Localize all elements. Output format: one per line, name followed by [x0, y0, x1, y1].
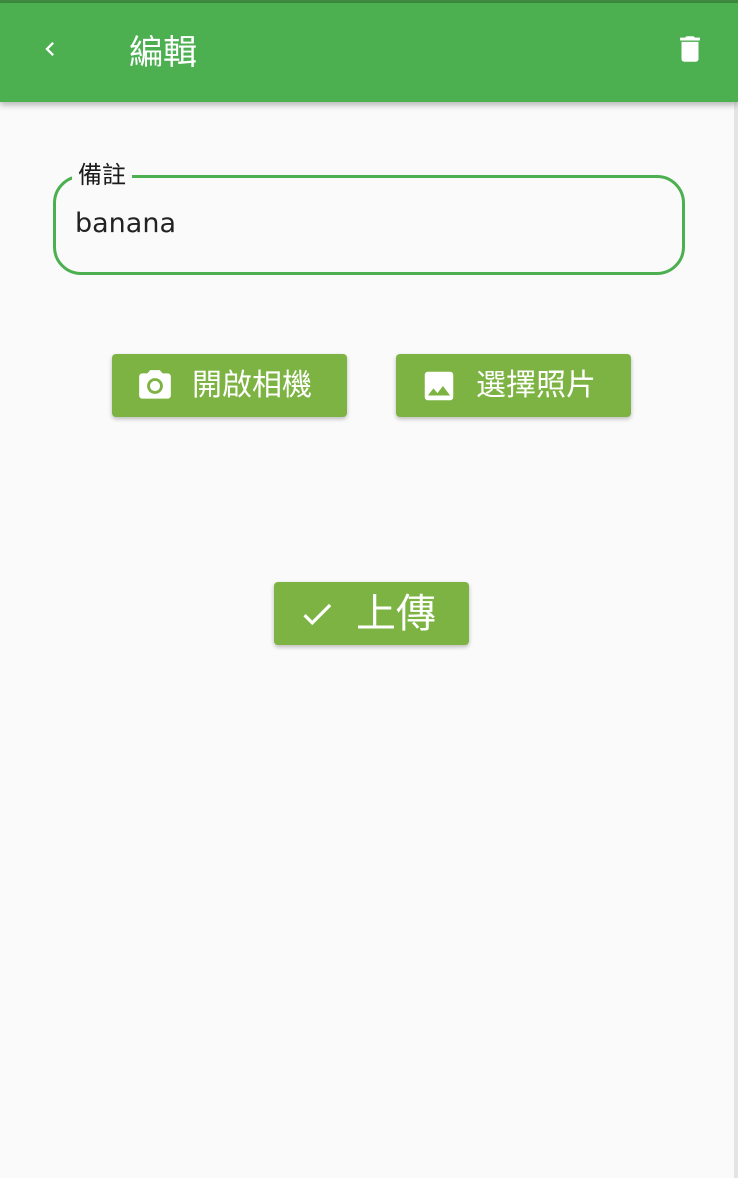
image-icon	[420, 367, 458, 405]
upload-button[interactable]: 上傳	[274, 582, 469, 645]
back-button[interactable]	[22, 23, 78, 79]
page-title: 編輯	[129, 33, 197, 73]
delete-button[interactable]	[662, 23, 718, 79]
scroll-edge	[734, 102, 738, 1178]
chevron-left-icon	[36, 35, 64, 67]
note-input[interactable]	[75, 206, 655, 242]
choose-photo-button[interactable]: 選擇照片	[396, 354, 631, 417]
app-bar: 編輯	[0, 3, 738, 102]
upload-label: 上傳	[356, 590, 436, 637]
camera-icon	[136, 367, 174, 405]
open-camera-label: 開啟相機	[192, 367, 312, 403]
choose-photo-label: 選擇照片	[476, 367, 596, 403]
note-field-label: 備註	[72, 160, 132, 190]
open-camera-button[interactable]: 開啟相機	[112, 354, 347, 417]
trash-icon	[673, 32, 707, 70]
check-icon	[298, 595, 336, 633]
note-field: 備註	[53, 160, 685, 275]
